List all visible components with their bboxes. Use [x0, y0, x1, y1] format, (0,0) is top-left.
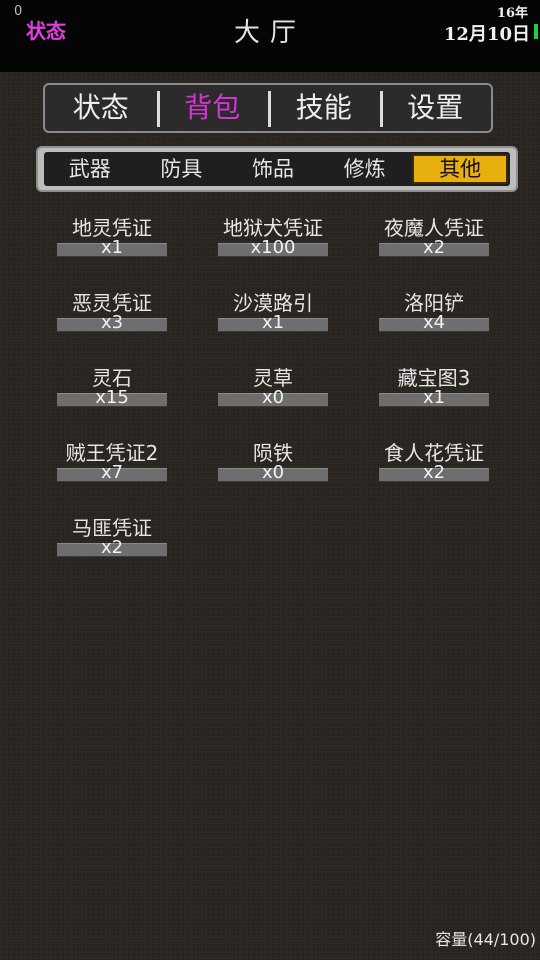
tab-skills[interactable]: 技能	[268, 89, 380, 127]
item-count-bar: x7	[57, 463, 167, 483]
inventory-item[interactable]: 贼王凭证2 x7	[32, 440, 192, 483]
inventory-item[interactable]: 洛阳铲 x4	[354, 290, 514, 333]
category-tab-other[interactable]: 其他	[412, 154, 508, 184]
item-count-bar: x1	[218, 313, 328, 333]
category-tab-weapons[interactable]: 武器	[44, 154, 136, 184]
inventory-item[interactable]: 地灵凭证 x1	[32, 215, 192, 258]
inventory-item[interactable]: 地狱犬凭证 x100	[193, 215, 353, 258]
item-count: x1	[422, 387, 446, 408]
capacity-label: 容量(44/100)	[435, 930, 536, 949]
item-count: x4	[422, 312, 446, 333]
inventory-item[interactable]: 食人花凭证 x2	[354, 440, 514, 483]
category-tab-bar: 武器 防具 饰品 修炼 其他	[36, 146, 518, 192]
top-bar: 0 状态 大厅 16年 12月10日	[0, 0, 540, 72]
item-count: x0	[261, 387, 285, 408]
item-count-bar: x1	[57, 238, 167, 258]
item-count: x1	[100, 237, 124, 258]
item-count: x2	[422, 237, 446, 258]
item-count-bar: x2	[379, 463, 489, 483]
item-count: x0	[261, 462, 285, 483]
item-count-bar: x0	[218, 388, 328, 408]
item-count-bar: x1	[379, 388, 489, 408]
item-count: x1	[261, 312, 285, 333]
inventory-item[interactable]: 恶灵凭证 x3	[32, 290, 192, 333]
inventory-item[interactable]: 夜魔人凭证 x2	[354, 215, 514, 258]
item-count-bar: x3	[57, 313, 167, 333]
category-tab-armor[interactable]: 防具	[136, 154, 228, 184]
tab-inventory[interactable]: 背包	[156, 89, 269, 127]
tab-settings[interactable]: 设置	[379, 89, 492, 127]
tab-status[interactable]: 状态	[45, 89, 157, 127]
item-count-bar: x15	[57, 388, 167, 408]
item-count: x3	[100, 312, 124, 333]
inventory-item[interactable]: 灵草 x0	[193, 365, 353, 408]
game-date: 12月10日	[443, 24, 530, 45]
category-tab-track: 武器 防具 饰品 修炼 其他	[44, 152, 510, 186]
item-count: x2	[422, 462, 446, 483]
item-count-bar: x100	[218, 238, 328, 258]
item-count: x15	[95, 387, 129, 408]
item-count-bar: x0	[218, 463, 328, 483]
item-count-bar: x2	[379, 238, 489, 258]
category-tab-cultivation[interactable]: 修炼	[319, 154, 411, 184]
main-tab-bar: 状态 背包 技能 设置	[43, 83, 493, 133]
inventory-item[interactable]: 藏宝图3 x1	[354, 365, 514, 408]
inventory-item[interactable]: 陨铁 x0	[193, 440, 353, 483]
item-count: x2	[100, 537, 124, 558]
game-year: 16年	[496, 6, 528, 21]
inventory-item[interactable]: 沙漠路引 x1	[193, 290, 353, 333]
item-count: x7	[100, 462, 124, 483]
category-tab-accessories[interactable]: 饰品	[227, 154, 319, 184]
item-count: x100	[250, 237, 296, 258]
item-count-bar: x2	[57, 538, 167, 558]
inventory-item[interactable]: 灵石 x15	[32, 365, 192, 408]
item-count-bar: x4	[379, 313, 489, 333]
signal-bar-icon	[534, 24, 538, 39]
inventory-item[interactable]: 马匪凭证 x2	[32, 515, 192, 558]
